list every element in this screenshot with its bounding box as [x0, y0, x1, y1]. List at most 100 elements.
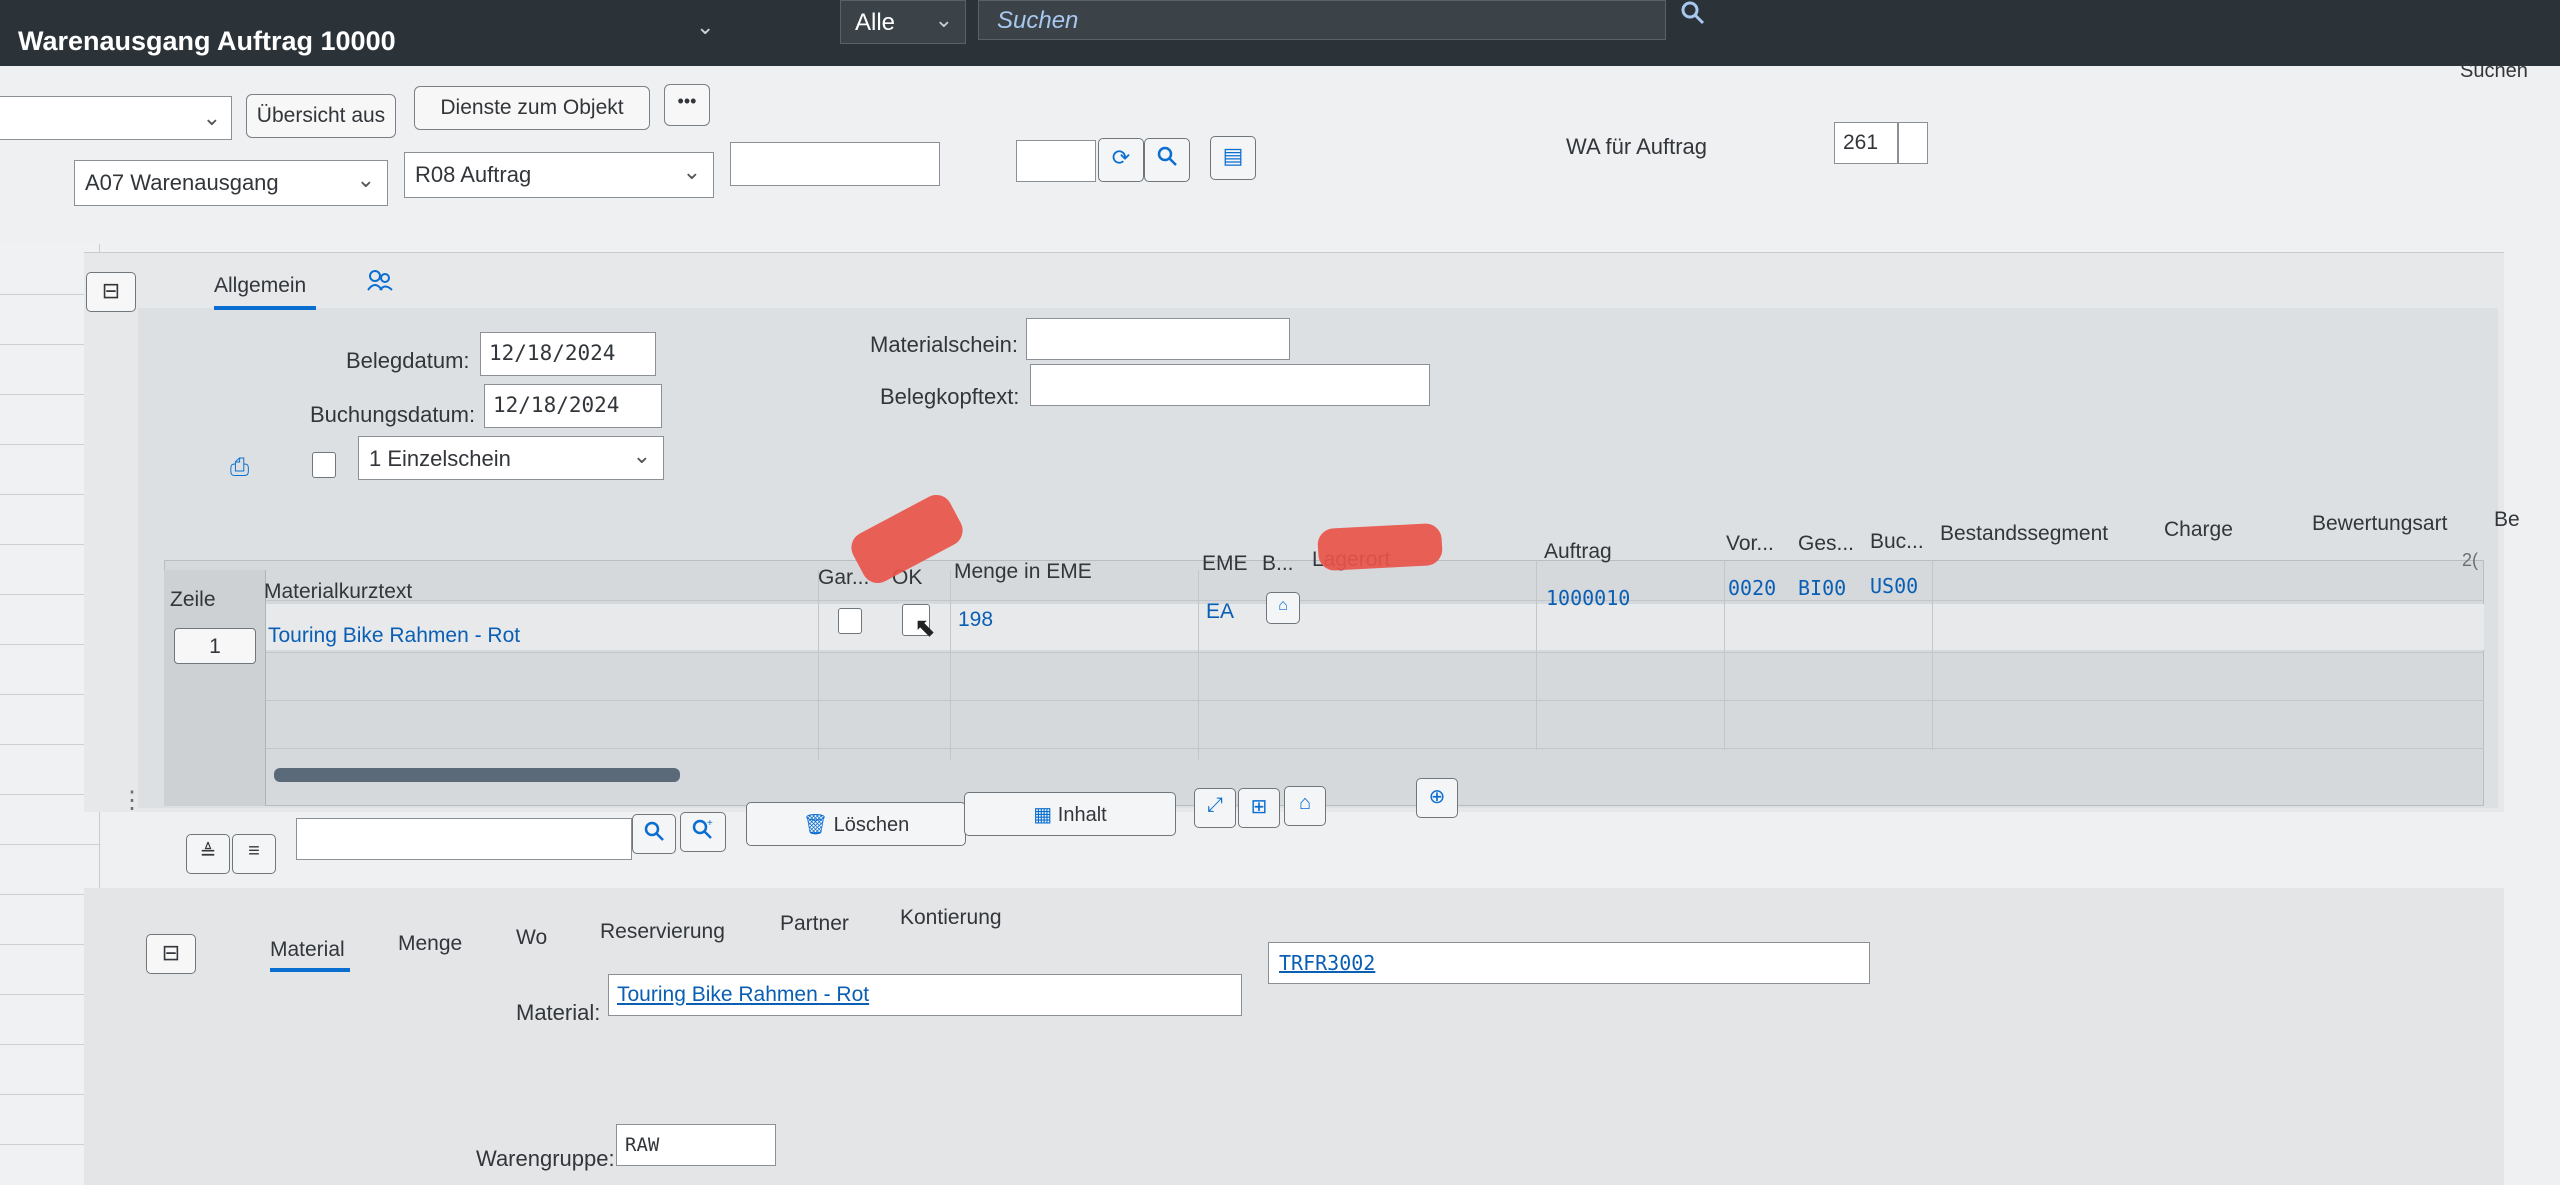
cell-eme[interactable]: EA [1206, 600, 1234, 624]
search-icon[interactable] [1680, 0, 1706, 33]
overview-toggle-button[interactable]: Übersicht aus [246, 94, 396, 138]
cell-be[interactable]: 2( [2462, 550, 2478, 571]
material-label: Material: [516, 1000, 601, 1025]
posting-date-label: Buchungsdatum: [310, 402, 476, 427]
add-item-icon[interactable]: ⊕ [1416, 778, 1458, 818]
cell-vor[interactable]: 0020 [1728, 576, 1776, 600]
mouse-cursor-icon: ⬉ [914, 612, 936, 642]
cell-auftrag[interactable]: 1000010 [1546, 586, 1630, 610]
collapse-header-button[interactable]: ⊟ [86, 272, 136, 312]
search-scope-label: Alle [855, 9, 896, 36]
chevron-down-icon: ⌄ [632, 443, 651, 468]
print-checkbox[interactable] [312, 452, 336, 478]
table-filter-input[interactable] [296, 818, 632, 860]
item-input[interactable] [1016, 140, 1096, 182]
document-icon[interactable]: ▤ [1210, 136, 1256, 180]
col-header-eme[interactable]: EME [1202, 552, 1248, 576]
variant-select[interactable]: ⌄ [0, 96, 232, 140]
wa-label: WA für Auftrag [1566, 134, 1708, 159]
material-description-field[interactable]: Touring Bike Rahmen - Rot [608, 974, 1242, 1016]
expand-icon[interactable]: ⤢ [1194, 788, 1236, 828]
detail-tab-material[interactable]: Material [270, 938, 345, 962]
material-slip-field[interactable] [1026, 318, 1290, 360]
transaction-select[interactable]: A07 Warenausgang ⌄ [74, 160, 388, 206]
search-icon[interactable] [632, 814, 676, 854]
detail-tab-partner[interactable]: Partner [780, 912, 849, 936]
col-header-vor[interactable]: Vor... [1726, 532, 1774, 556]
posting-date-field[interactable]: 12/18/2024 [484, 384, 662, 428]
app-title: Warenausgang Auftrag 10000 [18, 26, 396, 56]
search-icon[interactable] [1144, 138, 1190, 182]
stock-home-icon[interactable]: ⌂ [1284, 786, 1326, 826]
svg-text:+: + [707, 818, 713, 829]
document-date-label: Belegdatum: [346, 348, 470, 373]
col-header-bewertungsart[interactable]: Bewertungsart [2312, 512, 2447, 536]
col-header-menge[interactable]: Menge in EME [954, 560, 1092, 584]
content-icon: ▦ [1033, 804, 1053, 826]
print-version-value: 1 Einzelschein [369, 446, 511, 471]
splitter-handle-icon[interactable]: ⋮ [120, 786, 144, 815]
horizontal-scrollbar[interactable] [274, 768, 680, 782]
printer-icon: ⎙ [230, 454, 250, 481]
reference-doc-select[interactable]: R08 Auftrag ⌄ [404, 152, 714, 198]
stock-home-icon[interactable]: ⌂ [1266, 592, 1300, 624]
col-header-bestandssegment[interactable]: Bestandssegment [1940, 522, 2108, 546]
delete-label: Löschen [833, 814, 910, 836]
print-version-select[interactable]: 1 Einzelschein ⌄ [358, 436, 664, 480]
movement-type-input[interactable]: 261 [1834, 122, 1898, 164]
table-row[interactable] [266, 604, 2484, 650]
shell-search-input[interactable]: Suchen [978, 0, 1666, 40]
hierarchy-icon[interactable]: ⊞ [1238, 788, 1280, 828]
redaction-mark [1316, 522, 1444, 572]
col-header-materialkurztext[interactable]: Materialkurztext [264, 580, 412, 604]
col-header-ges[interactable]: Ges... [1798, 532, 1854, 556]
col-header-auftrag[interactable]: Auftrag [1544, 540, 1612, 564]
cell-menge[interactable]: 198 [958, 608, 993, 632]
col-header-zeile[interactable]: Zeile [170, 588, 216, 612]
services-for-object-button[interactable]: Dienste zum Objekt [414, 86, 650, 130]
detail-tab-reservierung[interactable]: Reservierung [600, 920, 725, 944]
header-text-field[interactable] [1030, 364, 1430, 406]
trash-icon: 🗑 [802, 814, 829, 836]
transaction-value: A07 Warenausgang [85, 170, 279, 195]
col-header-b[interactable]: B... [1262, 552, 1294, 576]
chevron-down-icon: ⌄ [356, 167, 375, 192]
history-icon[interactable]: ⟳ [1098, 138, 1144, 182]
content-label: Inhalt [1057, 804, 1107, 826]
row-number[interactable]: 1 [174, 628, 256, 664]
search-scope-dropdown[interactable]: Alle ⌄ [840, 0, 966, 44]
material-group-label: Warengruppe: [476, 1146, 615, 1171]
cell-gar-checkbox[interactable] [838, 608, 862, 634]
collapse-detail-button[interactable]: ⊟ [146, 934, 196, 974]
detail-tab-kontierung[interactable]: Kontierung [900, 906, 1002, 930]
chevron-down-icon: ⌄ [934, 7, 953, 32]
col-header-buc[interactable]: Buc... [1870, 530, 1924, 554]
partner-people-icon[interactable] [366, 268, 394, 301]
more-actions-button[interactable]: ••• [664, 84, 710, 126]
tab-underline [214, 306, 316, 310]
cell-ges[interactable]: BI00 [1798, 576, 1846, 600]
content-button[interactable]: ▦ Inhalt [964, 792, 1176, 836]
detail-tab-wo[interactable]: Wo [516, 926, 547, 950]
tab-underline [270, 968, 350, 972]
cell-materialkurztext[interactable]: Touring Bike Rahmen - Rot [268, 624, 520, 648]
sort-descending-icon[interactable]: ≡ [232, 834, 276, 874]
search-next-icon[interactable]: + [680, 812, 726, 852]
special-stock-input[interactable] [1898, 122, 1928, 164]
cell-buc[interactable]: US00 [1870, 574, 1918, 598]
order-number-input[interactable] [730, 142, 940, 186]
material-number-field[interactable]: TRFR3002 [1268, 942, 1870, 984]
col-header-be[interactable]: Be [2494, 508, 2520, 532]
sort-ascending-icon[interactable]: ≜ [186, 834, 230, 874]
title-chevron-icon[interactable]: ⌄ [696, 14, 714, 40]
delete-button[interactable]: 🗑 Löschen [746, 802, 966, 846]
search-link[interactable]: Suchen [2460, 60, 2528, 83]
detail-tab-menge[interactable]: Menge [398, 932, 462, 956]
document-date-field[interactable]: 12/18/2024 [480, 332, 656, 376]
material-group-field[interactable]: RAW [616, 1124, 776, 1166]
tab-allgemein[interactable]: Allgemein [214, 274, 306, 298]
col-header-charge[interactable]: Charge [2164, 518, 2233, 542]
reference-doc-value: R08 Auftrag [415, 162, 532, 187]
material-slip-label: Materialschein: [870, 332, 1018, 357]
chevron-down-icon: ⌄ [682, 159, 701, 184]
